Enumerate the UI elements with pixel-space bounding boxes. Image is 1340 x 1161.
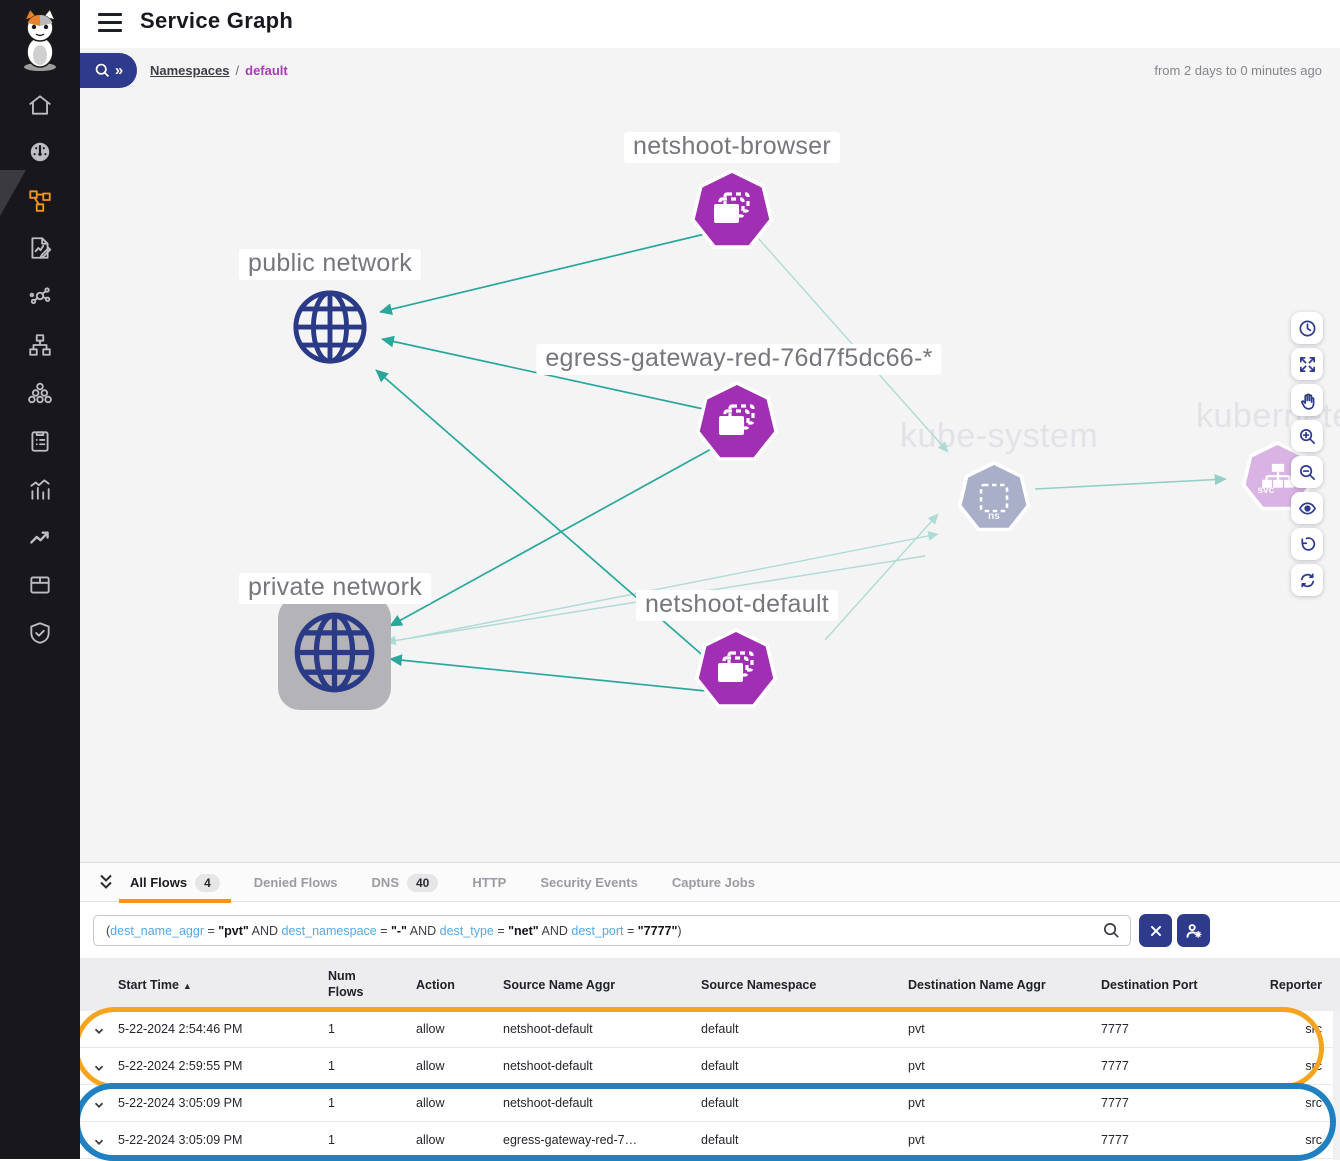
col-reporter[interactable]: Reporter: [1263, 978, 1340, 992]
node-label-public-network: public network: [239, 249, 421, 280]
sidebar-item-dashboard[interactable]: [27, 139, 53, 165]
page-title: Service Graph: [140, 8, 293, 34]
breadcrumb-current: default: [245, 63, 288, 78]
expand-icon: [1298, 355, 1317, 374]
eye-icon: [1298, 499, 1317, 518]
app-header: Service Graph: [80, 0, 1340, 48]
clear-filter-button[interactable]: [1139, 914, 1172, 947]
sidebar-item-topology[interactable]: [27, 332, 53, 358]
col-action[interactable]: Action: [416, 978, 503, 992]
globe-icon: [292, 610, 377, 695]
namespace-badge: ns: [988, 511, 1000, 522]
graph-time-button[interactable]: [1291, 312, 1323, 344]
refresh-icon: [1298, 571, 1317, 590]
namespace-icon: [979, 483, 1009, 513]
sidebar-item-security[interactable]: [27, 620, 53, 646]
node-kube-system[interactable]: ns: [957, 461, 1031, 535]
graph-pan-button[interactable]: [1291, 384, 1323, 416]
node-public-network[interactable]: [291, 288, 369, 371]
sidebar-item-trends[interactable]: [27, 524, 53, 550]
all-flows-count-badge: 4: [195, 874, 220, 892]
tab-security-events[interactable]: Security Events: [540, 863, 638, 902]
node-label-netshoot-browser: netshoot-browser: [624, 132, 840, 163]
breadcrumb-namespaces-link[interactable]: Namespaces: [150, 63, 230, 78]
sidebar: [0, 0, 80, 1159]
node-private-network[interactable]: [292, 610, 377, 700]
table-row[interactable]: 5-22-2024 2:59:55 PM1allownetshoot-defau…: [80, 1048, 1340, 1085]
sidebar-item-clusters[interactable]: [27, 380, 53, 406]
undo-icon: [1298, 535, 1317, 554]
flows-panel: All Flows4 Denied Flows DNS40 HTTP Secur…: [80, 862, 1340, 1159]
graph-refresh-button[interactable]: [1291, 564, 1323, 596]
user-gear-icon: [1185, 922, 1203, 940]
calico-cat-logo[interactable]: [13, 8, 67, 72]
globe-icon: [291, 288, 369, 366]
collapse-panel-icon[interactable]: [96, 872, 116, 892]
filter-settings-button[interactable]: [1177, 914, 1210, 947]
pods-icon: [716, 404, 758, 442]
sidebar-item-service-graph[interactable]: [27, 187, 53, 213]
node-egress-gateway[interactable]: [695, 381, 779, 465]
pods-icon: [711, 192, 753, 230]
service-graph-canvas: » Namespaces/default from 2 days to 0 mi…: [80, 48, 1340, 862]
zoom-in-icon: [1298, 427, 1317, 446]
dns-count-badge: 40: [407, 874, 438, 892]
node-netshoot-browser[interactable]: [690, 169, 774, 253]
table-row[interactable]: 5-22-2024 3:05:09 PM1allownetshoot-defau…: [80, 1085, 1340, 1122]
graph-visibility-button[interactable]: [1291, 492, 1323, 524]
sidebar-item-packages[interactable]: [27, 572, 53, 598]
node-netshoot-default[interactable]: [694, 628, 778, 712]
flows-table-body: 5-22-2024 2:54:46 PM1allownetshoot-defau…: [80, 1011, 1340, 1159]
sidebar-item-statistics[interactable]: [27, 476, 53, 502]
sidebar-item-network-sets[interactable]: [27, 283, 53, 309]
tab-denied-flows[interactable]: Denied Flows: [254, 863, 338, 902]
tab-http[interactable]: HTTP: [472, 863, 506, 902]
sort-asc-icon: ▲: [183, 981, 192, 991]
filter-search-icon[interactable]: [1102, 921, 1121, 940]
chevron-down-icon[interactable]: [92, 1098, 106, 1112]
tab-capture-jobs[interactable]: Capture Jobs: [672, 863, 755, 902]
sidebar-wedge-decoration: [0, 170, 26, 216]
col-num-flows[interactable]: Num Flows: [328, 969, 416, 1000]
node-label-private-network: private network: [239, 573, 431, 604]
filter-query-input[interactable]: (dest_name_aggr = "pvt" AND dest_namespa…: [93, 915, 1131, 946]
col-destination-name-aggr[interactable]: Destination Name Aggr: [908, 978, 1101, 992]
tab-all-flows[interactable]: All Flows4: [130, 863, 220, 902]
hamburger-menu-icon[interactable]: [98, 13, 122, 33]
search-icon: [94, 62, 111, 79]
col-source-namespace[interactable]: Source Namespace: [701, 978, 908, 992]
service-badge: svc: [1257, 485, 1274, 496]
graph-expand-button[interactable]: [1291, 348, 1323, 380]
hand-icon: [1298, 391, 1317, 410]
node-label-egress-gateway: egress-gateway-red-76d7f5dc66-*: [536, 344, 941, 375]
close-icon: [1147, 922, 1165, 940]
time-range-label: from 2 days to 0 minutes ago: [1154, 63, 1322, 78]
sidebar-item-home[interactable]: [27, 92, 53, 118]
col-destination-port[interactable]: Destination Port: [1101, 978, 1263, 992]
table-row[interactable]: 5-22-2024 3:05:09 PM1allowegress-gateway…: [80, 1122, 1340, 1159]
filter-bar: (dest_name_aggr = "pvt" AND dest_namespa…: [80, 902, 1340, 958]
clock-icon: [1298, 319, 1317, 338]
graph-zoom-out-button[interactable]: [1291, 456, 1323, 488]
sidebar-item-compliance[interactable]: [27, 428, 53, 454]
chevron-down-icon[interactable]: [92, 1024, 106, 1038]
graph-undo-button[interactable]: [1291, 528, 1323, 560]
col-source-name-aggr[interactable]: Source Name Aggr: [503, 978, 701, 992]
graph-zoom-in-button[interactable]: [1291, 420, 1323, 452]
pods-icon: [715, 651, 757, 689]
panel-tabs: All Flows4 Denied Flows DNS40 HTTP Secur…: [80, 863, 1340, 902]
table-header: Start Time▲ Num Flows Action Source Name…: [80, 958, 1340, 1011]
table-row[interactable]: 5-22-2024 2:54:46 PM1allownetshoot-defau…: [80, 1011, 1340, 1048]
table-scrollbar[interactable]: [1333, 1011, 1340, 1160]
chevron-down-icon[interactable]: [92, 1135, 106, 1149]
expand-chevrons-icon: »: [115, 63, 123, 78]
graph-search-button[interactable]: »: [80, 53, 137, 88]
chevron-down-icon[interactable]: [92, 1061, 106, 1075]
zoom-out-icon: [1298, 463, 1317, 482]
node-label-netshoot-default: netshoot-default: [636, 590, 838, 621]
breadcrumb: Namespaces/default: [150, 63, 288, 78]
tab-dns[interactable]: DNS40: [372, 863, 439, 902]
sidebar-item-policies[interactable]: [27, 235, 53, 261]
col-start-time[interactable]: Start Time▲: [118, 978, 328, 992]
